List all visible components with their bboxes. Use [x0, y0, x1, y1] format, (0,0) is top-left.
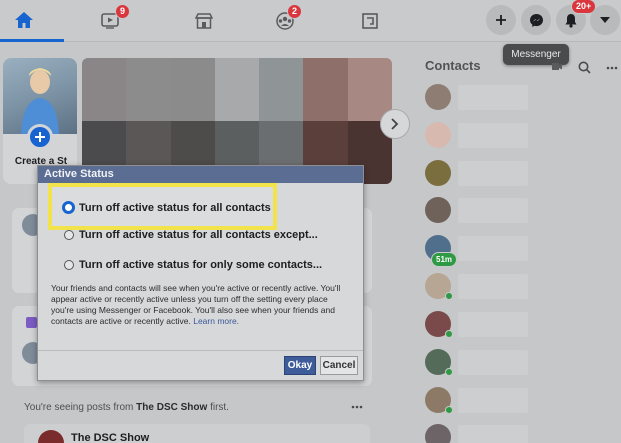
contacts-heading: Contacts	[425, 58, 481, 73]
bell-icon	[565, 13, 577, 28]
dialog-description: Your friends and contacts will see when …	[51, 283, 351, 327]
online-status-dot	[445, 406, 453, 414]
search-icon[interactable]	[578, 61, 591, 74]
plus-icon	[496, 15, 506, 25]
contact-name-redacted[interactable]	[458, 425, 528, 443]
option-label: Turn off active status for only some con…	[79, 259, 323, 271]
online-status-dot	[445, 330, 453, 338]
story-tile[interactable]	[303, 58, 348, 121]
radio-selected[interactable]	[62, 201, 75, 214]
contact-avatar[interactable]	[425, 197, 451, 223]
last-active-badge: 51m	[431, 252, 458, 267]
option-all-contacts[interactable]: Turn off active status for all contacts	[62, 201, 271, 214]
radio-unselected[interactable]	[64, 260, 74, 270]
story-tile[interactable]	[170, 58, 215, 121]
contact-avatar[interactable]	[425, 160, 451, 186]
contact-name-redacted[interactable]	[458, 161, 528, 186]
watch-badge: 9	[115, 4, 131, 19]
store-icon	[195, 13, 213, 29]
contact-name-redacted[interactable]	[458, 388, 528, 413]
gaming-icon	[362, 13, 378, 29]
caret-down-icon	[600, 16, 610, 23]
add-story-button[interactable]	[27, 124, 53, 150]
notice-prefix: You're seeing posts from	[24, 402, 137, 413]
story-tile[interactable]	[259, 58, 304, 121]
option-label: Turn off active status for all contacts	[79, 201, 271, 214]
create-button[interactable]	[486, 5, 516, 35]
room-icon	[26, 317, 37, 328]
home-icon	[15, 11, 33, 28]
story-tile[interactable]	[82, 58, 127, 121]
tab-home[interactable]	[0, 0, 64, 42]
post-author[interactable]: The DSC Show	[71, 432, 149, 443]
stories-next-button[interactable]	[380, 109, 410, 139]
contact-name-redacted[interactable]	[458, 274, 528, 299]
notice-suffix: first.	[207, 402, 229, 413]
okay-button[interactable]: Okay	[284, 356, 316, 375]
option-all-contacts-except[interactable]: Turn off active status for all contacts …	[64, 229, 318, 241]
profile-photo	[3, 58, 77, 134]
messenger-button[interactable]	[521, 5, 551, 35]
see-first-notice: You're seeing posts from The DSC Show fi…	[24, 402, 229, 413]
contact-name-redacted[interactable]	[458, 236, 528, 261]
contact-name-redacted[interactable]	[458, 85, 528, 110]
learn-more-link[interactable]: Learn more.	[193, 316, 239, 326]
tab-marketplace[interactable]	[164, 0, 244, 42]
online-status-dot	[445, 292, 453, 300]
chevron-right-icon	[391, 118, 399, 130]
option-label: Turn off active status for all contacts …	[79, 229, 318, 241]
contact-name-redacted[interactable]	[458, 198, 528, 223]
notifications-button[interactable]: 20+	[556, 0, 597, 35]
contact-avatar[interactable]	[425, 122, 451, 148]
plus-icon	[35, 132, 45, 142]
more-options-icon[interactable]	[351, 405, 363, 409]
video-call-icon[interactable]	[552, 62, 562, 72]
more-options-icon[interactable]	[606, 66, 618, 70]
dialog-title: Active Status	[38, 166, 363, 183]
story-tile[interactable]	[126, 58, 171, 121]
account-menu-button[interactable]	[590, 5, 620, 35]
contact-avatar[interactable]	[425, 424, 451, 443]
radio-unselected[interactable]	[64, 230, 74, 240]
cancel-button[interactable]: Cancel	[320, 356, 358, 375]
messenger-icon	[529, 13, 543, 27]
dialog-divider	[38, 350, 363, 351]
story-tile[interactable]	[214, 58, 260, 121]
tab-gaming[interactable]	[330, 0, 410, 42]
tab-watch[interactable]: 9	[70, 0, 150, 42]
online-status-dot	[445, 368, 453, 376]
contact-name-redacted[interactable]	[458, 123, 528, 148]
tab-groups[interactable]: 2	[245, 0, 325, 42]
person-illustration	[21, 68, 59, 134]
groups-badge: 2	[287, 4, 303, 19]
contact-avatar[interactable]	[425, 84, 451, 110]
notice-page-name[interactable]: The DSC Show	[136, 402, 207, 413]
top-navigation: 9 2 20+	[0, 0, 621, 42]
option-some-contacts[interactable]: Turn off active status for only some con…	[64, 259, 322, 271]
contact-name-redacted[interactable]	[458, 350, 528, 375]
contact-name-redacted[interactable]	[458, 312, 528, 337]
